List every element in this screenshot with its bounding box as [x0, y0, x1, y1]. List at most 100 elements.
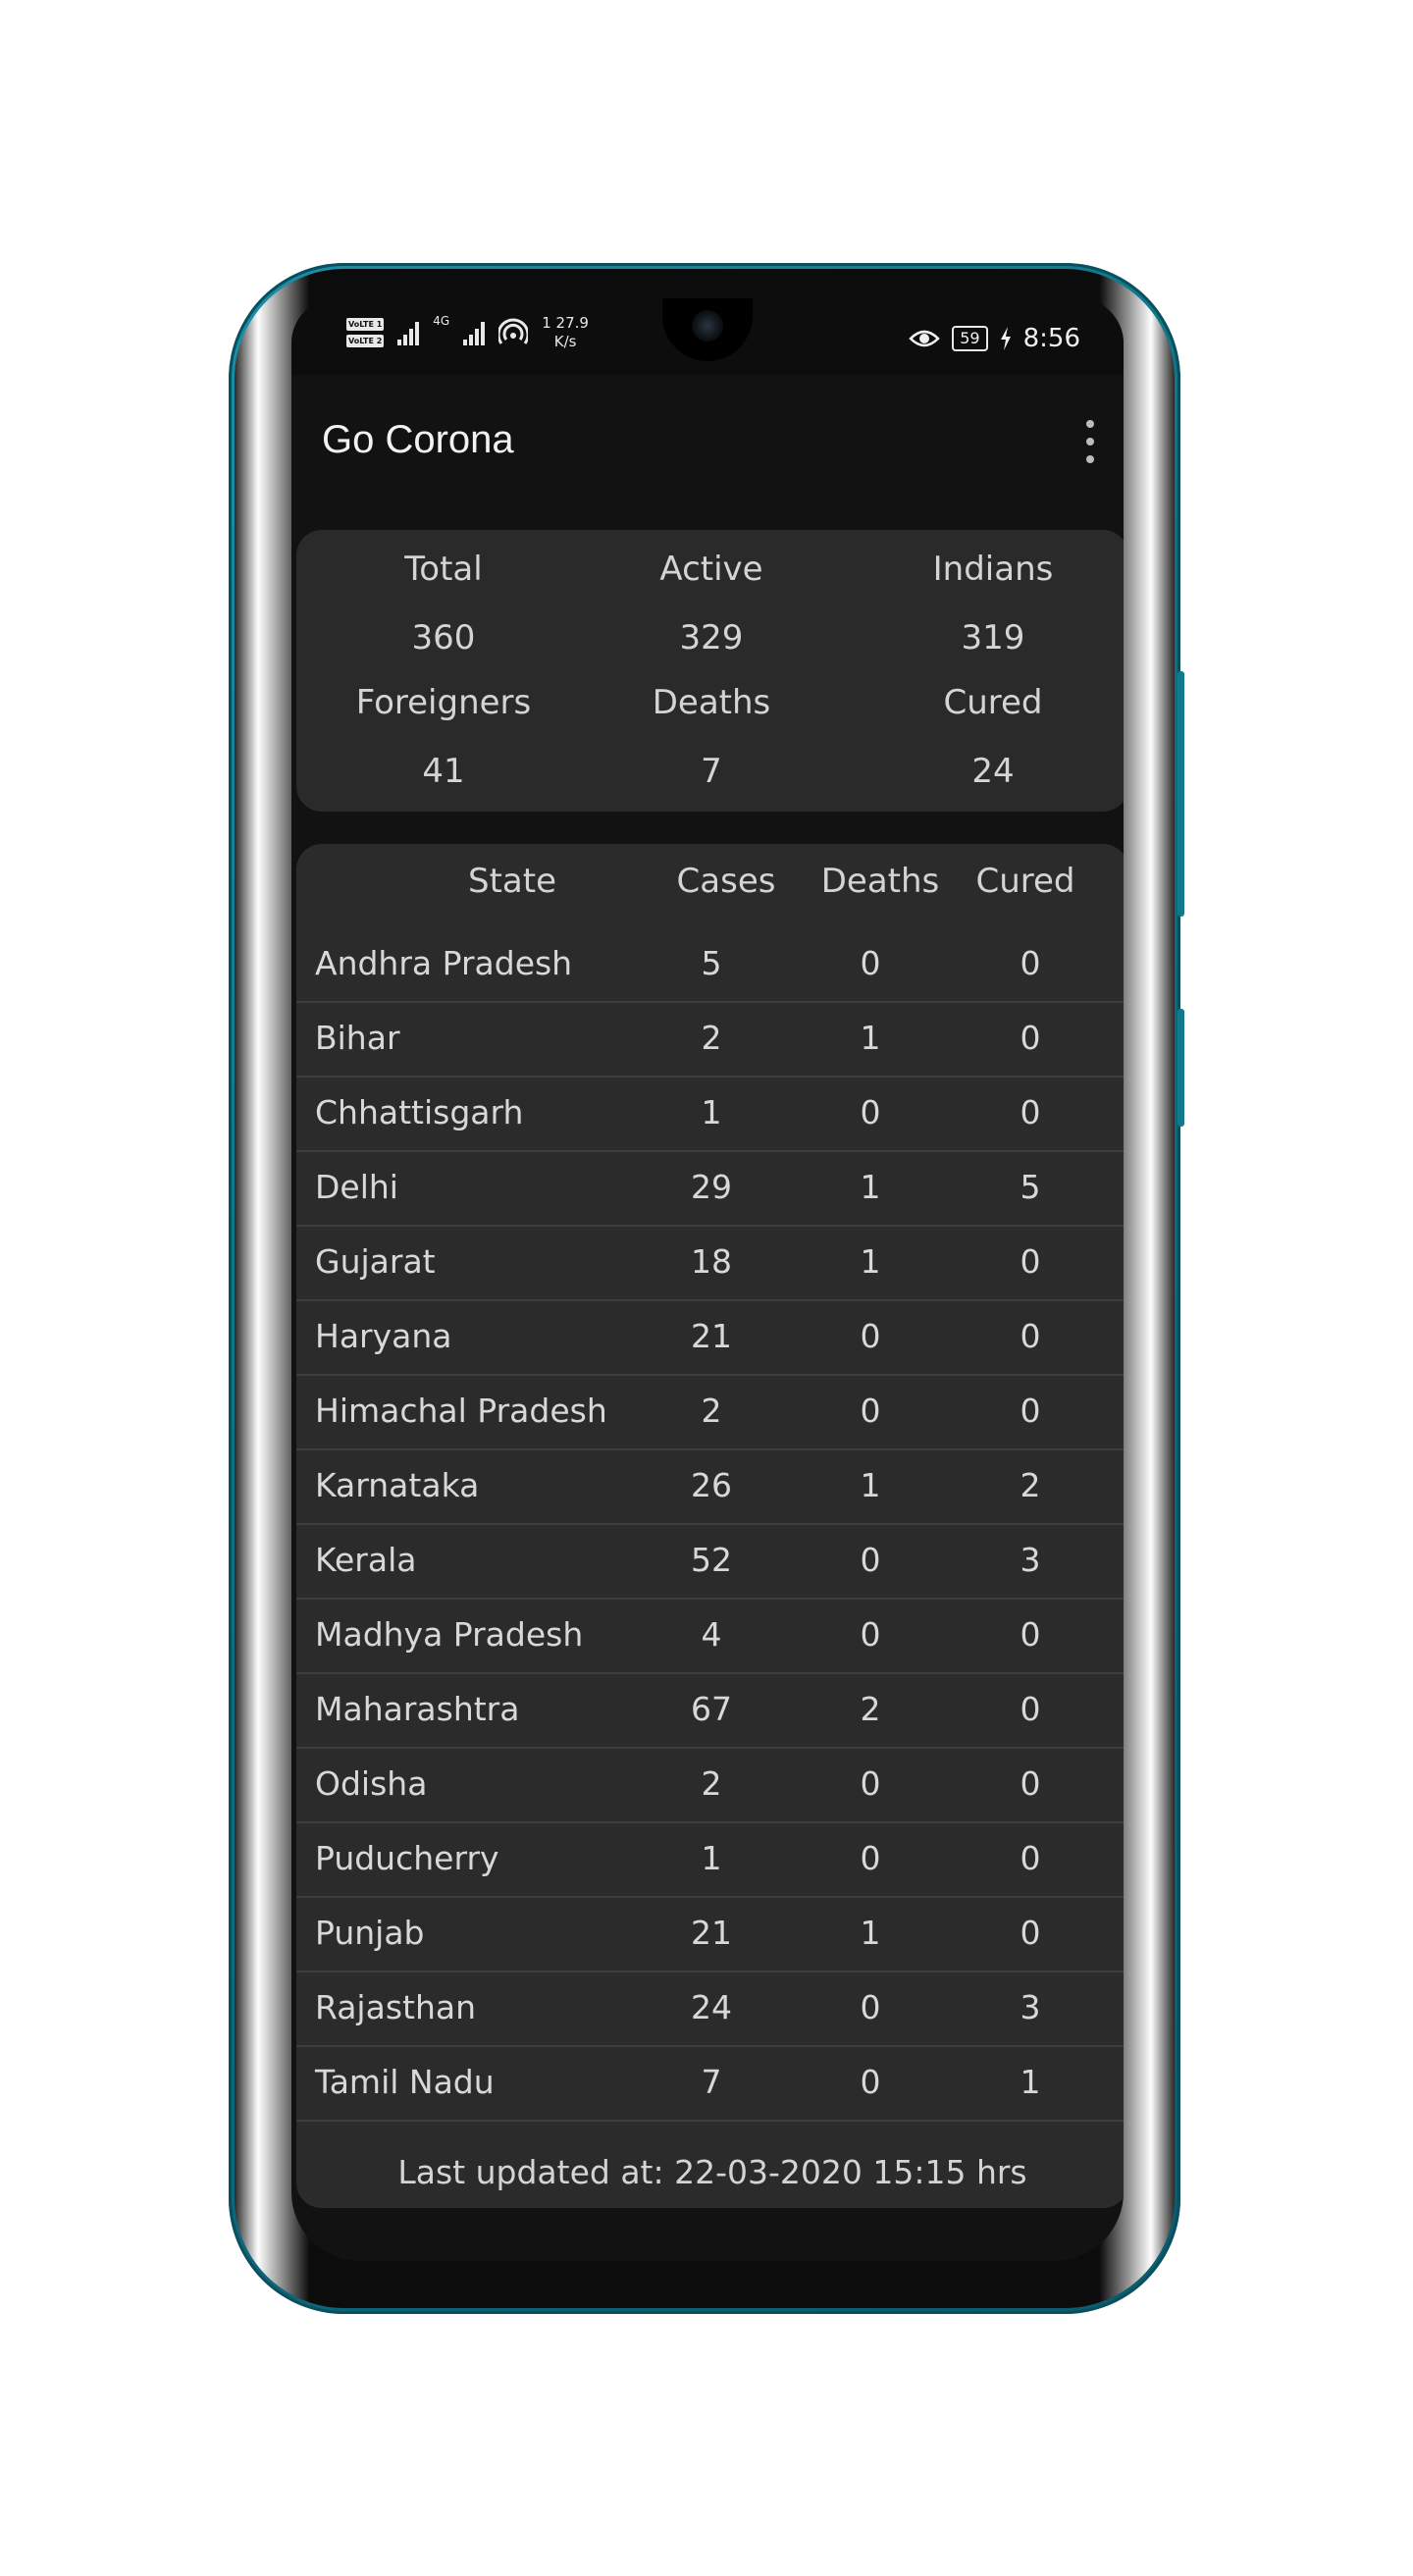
front-camera-icon [692, 310, 723, 342]
cases-cell: 18 [691, 1242, 732, 1281]
state-name: Delhi [315, 1168, 398, 1206]
active-label: Active [659, 550, 763, 589]
header-deaths: Deaths [820, 862, 940, 901]
cured-cell: 0 [1020, 1317, 1041, 1355]
power-button [1178, 1009, 1184, 1127]
header-cured: Cured [975, 862, 1075, 901]
table-row[interactable]: Karnataka 26 1 2 [296, 1450, 1124, 1525]
state-name: Himachal Pradesh [315, 1392, 607, 1430]
table-row[interactable]: Madhya Pradesh 4 0 0 [296, 1600, 1124, 1674]
deaths-cell: 0 [860, 2063, 881, 2101]
status-left: VoLTE 1 VoLTE 2 4G 1 27.9 K/s [346, 314, 589, 351]
deaths-cell: 0 [860, 1988, 881, 2026]
app-bar: Go Corona [291, 375, 1124, 502]
cured-cell: 0 [1020, 1615, 1041, 1654]
speed-value: 1 27.9 [542, 314, 589, 332]
cured-cell: 0 [1020, 1242, 1041, 1281]
cases-cell: 2 [701, 1764, 722, 1803]
table-row[interactable]: Maharashtra 67 2 0 [296, 1674, 1124, 1749]
cases-cell: 26 [691, 1466, 732, 1504]
state-name: Andhra Pradesh [315, 944, 573, 982]
more-vert-icon[interactable] [1078, 420, 1102, 463]
table-row[interactable]: Odisha 2 0 0 [296, 1749, 1124, 1823]
deaths-cell: 0 [860, 944, 881, 982]
cases-cell: 1 [701, 1093, 722, 1131]
deaths-cell: 0 [860, 1317, 881, 1355]
signal-2-icon [463, 320, 486, 345]
total-value: 360 [411, 618, 476, 657]
state-list[interactable]: Andhra Pradesh 5 0 0 Bihar 2 1 0 Chhattisgarh 1 0 0… [296, 928, 1124, 2137]
cured-label: Cured [943, 683, 1043, 722]
speed-unit: K/s [553, 333, 577, 350]
deaths-cell: 0 [860, 1093, 881, 1131]
cases-cell: 24 [691, 1988, 732, 2026]
state-name: Tamil Nadu [315, 2063, 495, 2101]
table-row[interactable]: Puducherry 1 0 0 [296, 1823, 1124, 1898]
table-row[interactable]: Himachal Pradesh 2 0 0 [296, 1376, 1124, 1450]
deaths-cell: 1 [860, 1466, 881, 1504]
battery-icon: 59 [952, 326, 988, 351]
table-row[interactable]: Haryana 21 0 0 [296, 1301, 1124, 1376]
cured-cell: 0 [1020, 1764, 1041, 1803]
state-name: Rajasthan [315, 1988, 477, 2026]
wifi-hotspot-icon [498, 318, 529, 344]
cases-cell: 21 [691, 1914, 732, 1952]
table-row[interactable]: Rajasthan 24 0 3 [296, 1972, 1124, 2047]
active-value: 329 [679, 618, 744, 657]
state-name: Kerala [315, 1541, 417, 1579]
state-name: Chhattisgarh [315, 1093, 524, 1131]
table-row[interactable]: Chhattisgarh 1 0 0 [296, 1078, 1124, 1152]
table-row[interactable]: Bihar 2 1 0 [296, 1003, 1124, 1078]
deaths-cell: 2 [860, 1690, 881, 1728]
phone-bezel: VoLTE 1 VoLTE 2 4G 1 27.9 K/s 59 8:56 Go… [235, 269, 1175, 2308]
status-bar: VoLTE 1 VoLTE 2 4G 1 27.9 K/s 59 8:56 [291, 298, 1124, 375]
total-label: Total [404, 550, 483, 589]
network-type: 4G [433, 314, 450, 328]
volte-icons: VoLTE 1 VoLTE 2 [346, 318, 385, 347]
cured-cell: 0 [1020, 1690, 1041, 1728]
header-cases: Cases [676, 862, 776, 901]
cured-cell: 3 [1020, 1988, 1041, 2026]
cured-value: 24 [971, 752, 1015, 791]
deaths-label: Deaths [652, 683, 771, 722]
camera-notch [662, 298, 753, 361]
deaths-cell: 1 [860, 1914, 881, 1952]
cured-cell: 2 [1020, 1466, 1041, 1504]
state-name: Karnataka [315, 1466, 480, 1504]
cured-cell: 0 [1020, 944, 1041, 982]
volte-2-icon: VoLTE 2 [346, 335, 385, 347]
table-row[interactable]: Gujarat 18 1 0 [296, 1227, 1124, 1301]
cured-cell: 3 [1020, 1541, 1041, 1579]
state-name: Bihar [315, 1019, 400, 1057]
phone-frame: VoLTE 1 VoLTE 2 4G 1 27.9 K/s 59 8:56 Go… [229, 263, 1184, 2314]
deaths-cell: 0 [860, 1615, 881, 1654]
volte-1-icon: VoLTE 1 [346, 318, 385, 331]
summary-card: Total 360 Active 329 Indians 319 Foreign… [296, 530, 1124, 812]
state-table-card: State Cases Deaths Cured Andhra Pradesh 5… [296, 844, 1124, 2208]
indians-label: Indians [932, 550, 1054, 589]
app-title: Go Corona [322, 418, 514, 461]
table-row[interactable]: Andhra Pradesh 5 0 0 [296, 928, 1124, 1003]
state-name: Haryana [315, 1317, 452, 1355]
state-name: Odisha [315, 1764, 428, 1803]
state-name: Puducherry [315, 1839, 499, 1877]
table-row[interactable]: Delhi 29 1 5 [296, 1152, 1124, 1227]
deaths-cell: 1 [860, 1242, 881, 1281]
eye-comfort-icon [909, 330, 941, 347]
state-name: Maharashtra [315, 1690, 520, 1728]
table-row[interactable]: Kerala 52 0 3 [296, 1525, 1124, 1600]
clock: 8:56 [1022, 324, 1080, 353]
cases-cell: 2 [701, 1392, 722, 1430]
cured-cell: 0 [1020, 1914, 1041, 1952]
cured-cell: 0 [1020, 1392, 1041, 1430]
header-state: State [468, 862, 556, 901]
status-right: 59 8:56 [909, 324, 1080, 353]
state-name: Madhya Pradesh [315, 1615, 584, 1654]
table-row[interactable]: Punjab 21 1 0 [296, 1898, 1124, 1972]
deaths-cell: 0 [860, 1392, 881, 1430]
deaths-cell: 0 [860, 1764, 881, 1803]
cases-cell: 21 [691, 1317, 732, 1355]
table-row[interactable]: Tamil Nadu 7 0 1 [296, 2047, 1124, 2122]
screen: VoLTE 1 VoLTE 2 4G 1 27.9 K/s 59 8:56 Go… [291, 298, 1124, 2261]
last-updated: Last updated at: 22-03-2020 15:15 hrs [296, 2137, 1124, 2208]
